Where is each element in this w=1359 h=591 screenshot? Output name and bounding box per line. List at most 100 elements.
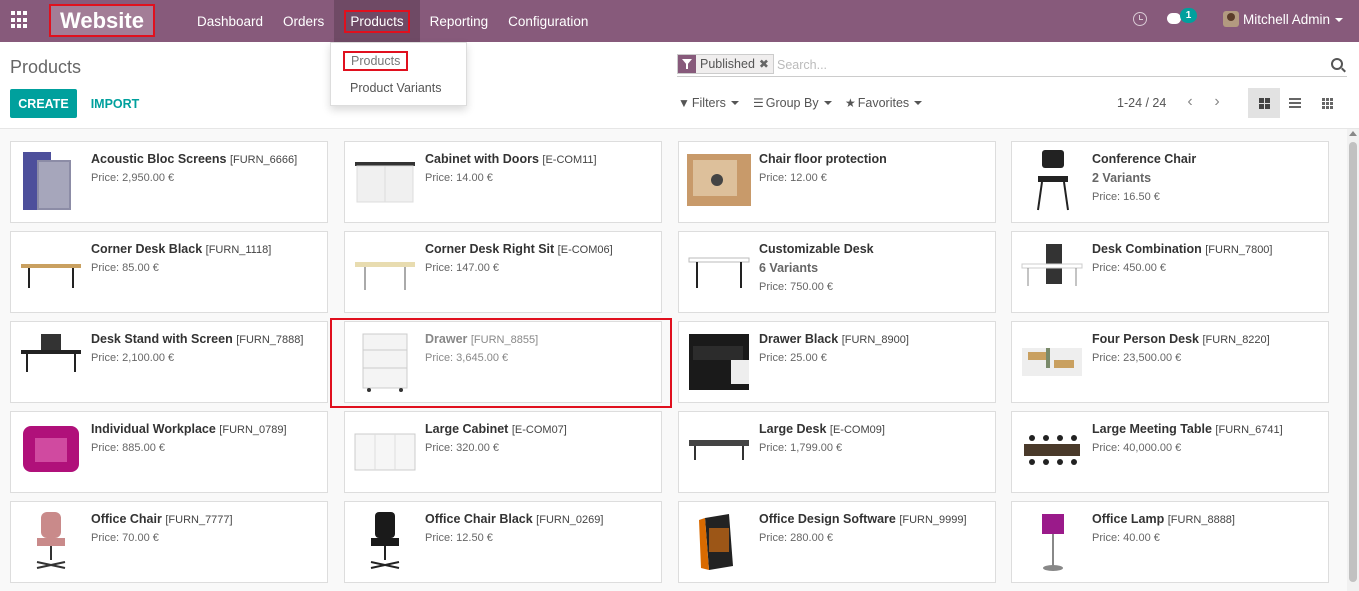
groupby-dropdown[interactable]: ☰ Group By (753, 96, 832, 110)
search-facet: Published ✖ (677, 54, 774, 74)
pager-previous-icon[interactable]: ‹ (1183, 94, 1197, 111)
product-card[interactable]: Conference Chair 2 Variants Price: 16.50 € (1011, 141, 1329, 223)
four-desk-icon (1020, 330, 1084, 394)
product-name: Four Person Desk [FURN_8220] (1092, 332, 1270, 346)
product-card[interactable]: Individual Workplace [FURN_0789] Price: 8… (10, 411, 328, 493)
import-button[interactable]: IMPORT (82, 89, 148, 118)
workplace-icon (19, 420, 83, 484)
user-menu[interactable]: Mitchell Admin (1243, 12, 1344, 27)
kanban-view-button[interactable] (1248, 88, 1280, 118)
product-card[interactable]: Cabinet with Doors [E-COM11] Price: 14.00… (344, 141, 662, 223)
caret-down-icon (730, 101, 739, 105)
grid-icon (1321, 97, 1333, 109)
menu-label: Orders (283, 13, 325, 29)
product-title: Four Person Desk (1092, 332, 1199, 346)
scrollbar[interactable] (1347, 129, 1359, 591)
product-name: Corner Desk Black [FURN_1118] (91, 242, 271, 256)
product-name: Desk Stand with Screen [FURN_7888] (91, 332, 303, 346)
facet-remove-icon[interactable]: ✖ (758, 55, 773, 73)
product-card[interactable]: Corner Desk Right Sit [E-COM06] Price: 14… (344, 231, 662, 313)
product-variants-count: 2 Variants (1092, 171, 1152, 185)
product-card[interactable]: Office Lamp [FURN_8888] Price: 40.00 € (1011, 501, 1329, 583)
product-reference: [FURN_8220] (1202, 334, 1270, 346)
product-card[interactable]: Corner Desk Black [FURN_1118] Price: 85.0… (10, 231, 328, 313)
messaging-icon[interactable] (1167, 13, 1181, 24)
highlighted-card-frame (330, 318, 672, 408)
filters-dropdown[interactable]: ▼ Filters (678, 96, 739, 110)
product-title: Conference Chair (1092, 152, 1197, 166)
desk-white-icon (687, 240, 751, 304)
pager-next-icon[interactable]: › (1210, 94, 1224, 111)
menu-orders[interactable]: Orders (273, 0, 334, 42)
product-card[interactable]: Large Desk [E-COM09] Price: 1,799.00 € (678, 411, 996, 493)
filters-label: Filters (691, 96, 726, 110)
activity-clock-icon[interactable] (1133, 12, 1147, 26)
product-card[interactable]: Office Chair Black [FURN_0269] Price: 12.… (344, 501, 662, 583)
menu-label: Reporting (429, 13, 489, 29)
product-card[interactable]: Customizable Desk 6 Variants Price: 750.00… (678, 231, 996, 313)
product-name: Individual Workplace [FURN_0789] (91, 422, 287, 436)
search-icon[interactable] (1331, 58, 1343, 70)
caret-down-icon (914, 101, 923, 105)
product-price: Price: 885.00 € (91, 442, 165, 454)
search-input[interactable] (777, 56, 1317, 74)
product-card[interactable]: Large Cabinet [E-COM07] Price: 320.00 € (344, 411, 662, 493)
app-brand[interactable]: Website (49, 4, 155, 37)
menu-dashboard[interactable]: Dashboard (187, 0, 273, 42)
product-name: Corner Desk Right Sit [E-COM06] (425, 242, 613, 256)
product-name: Desk Combination [FURN_7800] (1092, 242, 1273, 256)
office-chair-black-icon (353, 510, 417, 574)
product-card[interactable]: Acoustic Bloc Screens [FURN_6666] Price: … (10, 141, 328, 223)
menu-reporting[interactable]: Reporting (420, 0, 499, 42)
desk-light-icon (353, 240, 417, 304)
favorites-label: Favorites (857, 96, 910, 110)
product-title: Large Meeting Table (1092, 422, 1212, 436)
star-icon: ★ (845, 96, 856, 110)
product-card[interactable]: Desk Combination [FURN_7800] Price: 450.0… (1011, 231, 1329, 313)
product-price: Price: 40.00 € (1092, 532, 1160, 544)
scroll-up-arrow[interactable] (1349, 131, 1357, 136)
product-reference: [E-COM11] (542, 154, 597, 166)
pager-value[interactable]: 1-24 / 24 (1117, 96, 1166, 110)
product-card[interactable]: Office Chair [FURN_7777] Price: 70.00 € (10, 501, 328, 583)
product-title: Office Design Software (759, 512, 896, 526)
desk-combo-icon (1020, 240, 1084, 304)
user-name: Mitchell Admin (1243, 12, 1331, 27)
dropdown-item-product-variants[interactable]: Product Variants (350, 81, 441, 95)
dropdown-item-products[interactable]: Products (343, 51, 409, 71)
scroll-thumb[interactable] (1349, 142, 1357, 582)
filter-icon (678, 55, 696, 73)
product-title: Office Lamp (1092, 512, 1165, 526)
grid-view-button[interactable] (1311, 88, 1343, 118)
product-name: Conference Chair (1092, 152, 1196, 166)
product-card[interactable]: Drawer Black [FURN_8900] Price: 25.00 € (678, 321, 996, 403)
product-price: Price: 40,000.00 € (1092, 442, 1182, 454)
product-title: Chair floor protection (759, 152, 887, 166)
product-card[interactable]: Office Design Software [FURN_9999] Price:… (678, 501, 996, 583)
menu-configuration[interactable]: Configuration (498, 0, 598, 42)
large-desk-icon (687, 420, 751, 484)
product-card[interactable]: Large Meeting Table [FURN_6741] Price: 40… (1011, 411, 1329, 493)
user-avatar[interactable] (1223, 11, 1239, 27)
product-card[interactable]: Chair floor protection Price: 12.00 € (678, 141, 996, 223)
product-name: Cabinet with Doors [E-COM11] (425, 152, 597, 166)
apps-menu-icon[interactable] (11, 11, 29, 29)
product-name: Office Lamp [FURN_8888] (1092, 512, 1235, 526)
product-reference: [E-COM06] (557, 244, 613, 256)
menu-products[interactable]: Products (334, 0, 420, 42)
product-reference: [FURN_0789] (219, 424, 287, 436)
product-name: Acoustic Bloc Screens [FURN_6666] (91, 152, 297, 166)
groupby-label: Group By (765, 96, 819, 110)
product-card[interactable]: Desk Stand with Screen [FURN_7888] Price:… (10, 321, 328, 403)
create-button[interactable]: CREATE (10, 89, 77, 118)
search-bar: Published ✖ (677, 54, 1347, 77)
product-card[interactable]: Four Person Desk [FURN_8220] Price: 23,50… (1011, 321, 1329, 403)
product-name: Large Desk [E-COM09] (759, 422, 885, 436)
list-view-button[interactable] (1279, 88, 1311, 118)
top-navbar: Website Dashboard Orders Products Report… (0, 0, 1359, 42)
favorites-dropdown[interactable]: ★ Favorites (845, 96, 923, 110)
product-price: Price: 147.00 € (425, 262, 499, 274)
product-title: Large Cabinet (425, 422, 509, 436)
kanban-view: Acoustic Bloc Screens [FURN_6666] Price: … (0, 128, 1359, 591)
product-reference: [E-COM07] (511, 424, 567, 436)
